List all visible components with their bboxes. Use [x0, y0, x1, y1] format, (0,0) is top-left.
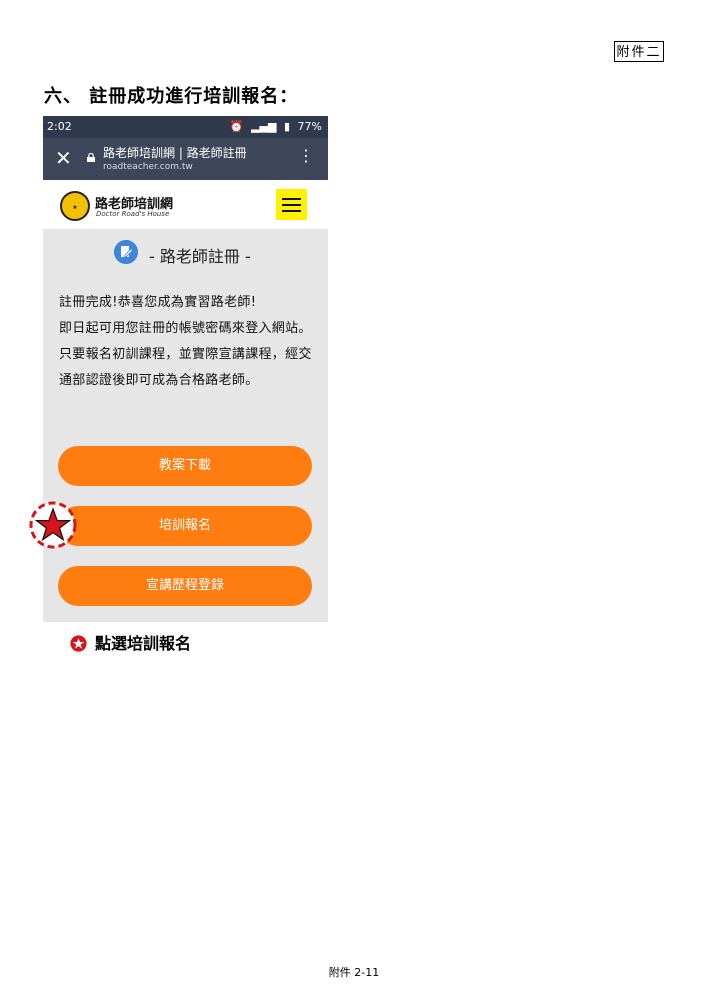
instruction-note: 點選培訓報名 [70, 630, 191, 654]
registration-title: - 路老師註冊 - [149, 247, 251, 266]
lesson-download-button[interactable]: 教案下載 [58, 446, 312, 486]
page-footer: 附件 2-11 [328, 966, 380, 979]
message-body: 即日起可用您註冊的帳號密碼來登入網站。只要報名初訓課程，並實際宣講課程，經交通部… [59, 321, 312, 388]
site-subtitle: Doctor Road's House [96, 210, 170, 218]
red-star-bullet-icon [70, 635, 87, 652]
more-options-icon[interactable]: ⋮ [298, 148, 314, 164]
star-marker-icon [29, 501, 77, 549]
lock-icon [87, 153, 95, 162]
site-logo-icon[interactable]: ★ [60, 191, 90, 221]
lecture-log-button[interactable]: 宣講歷程登錄 [58, 566, 312, 606]
note-text: 點選培訓報名 [95, 634, 192, 653]
site-header: ★ 路老師培訓網 Doctor Road's House [43, 180, 328, 229]
message-line-1: 註冊完成!恭喜您成為實習路老師! [59, 295, 257, 310]
status-icons: ⏰ ▂▄▆ ▮ 77% [226, 120, 322, 133]
edit-document-icon [114, 240, 138, 264]
status-bar: 2:02 ⏰ ▂▄▆ ▮ 77% [43, 116, 328, 138]
phone-screenshot: 2:02 ⏰ ▂▄▆ ▮ 77% ✕ 路老師培訓網 | 路老師註冊 roadte… [43, 116, 328, 622]
browser-page-title: 路老師培訓網 | 路老師註冊 [103, 146, 247, 160]
training-signup-button[interactable]: 培訓報名 [58, 506, 312, 546]
battery-level: 77% [297, 120, 322, 133]
close-icon[interactable]: ✕ [55, 146, 72, 170]
registration-message: 註冊完成!恭喜您成為實習路老師! 即日起可用您註冊的帳號密碼來登入網站。只要報名… [59, 290, 317, 394]
status-time: 2:02 [47, 120, 72, 133]
browser-url-bar: ✕ 路老師培訓網 | 路老師註冊 roadteacher.com.tw ⋮ [43, 138, 328, 180]
annex-label: 附件二 [614, 41, 664, 62]
browser-url[interactable]: roadteacher.com.tw [103, 162, 193, 172]
section-heading: 六、 註冊成功進行培訓報名： [44, 86, 299, 107]
battery-icon: ▮ [283, 120, 291, 133]
alarm-icon: ⏰ [229, 120, 244, 133]
hamburger-menu-icon[interactable] [276, 189, 307, 220]
signal-icon: ▂▄▆ [251, 120, 277, 133]
